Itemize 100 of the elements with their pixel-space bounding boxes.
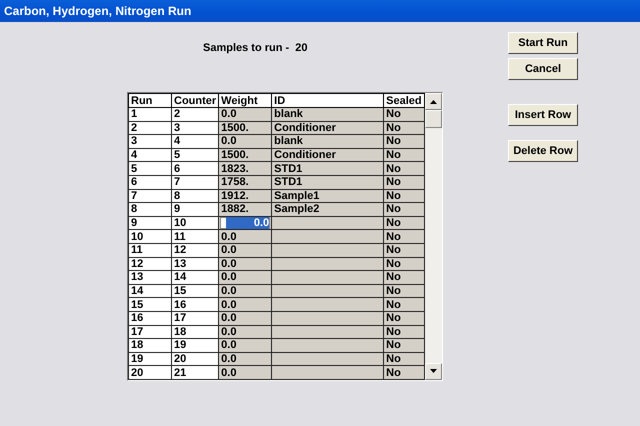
table-cell: 20 [172, 352, 219, 366]
table-cell: 8 [128, 202, 172, 216]
column-header: ID [272, 94, 384, 108]
table-cell: No [384, 298, 424, 312]
table-cell: No [384, 352, 424, 366]
table-cell: No [384, 162, 424, 176]
table-cell: Sample2 [272, 202, 384, 216]
table-cell: No [384, 243, 424, 258]
table-cell: Sample1 [272, 189, 384, 203]
table-cell: 1823. [218, 162, 272, 176]
table-cell: No [384, 148, 424, 162]
table-cell: 1882. [218, 202, 272, 216]
scroll-down-button[interactable] [424, 362, 442, 380]
down-arrow-icon [430, 369, 437, 374]
insert-row-button[interactable]: Insert Row [508, 104, 578, 126]
table-cell: Conditioner [272, 148, 384, 162]
table-cell: No [384, 189, 424, 203]
samples-count-label: Samples to run - 20 [203, 42, 309, 56]
table-cell: No [384, 284, 424, 298]
table-cell: 4 [128, 148, 172, 162]
table-cell: 6 [128, 175, 172, 190]
table-cell: 20 [128, 366, 172, 380]
table-cell: 11 [172, 230, 219, 244]
table-cell: No [384, 311, 424, 325]
column-header: Weight [218, 94, 272, 108]
table-cell: 14 [172, 270, 219, 284]
table-cell: 9 [172, 202, 219, 216]
delete-row-button[interactable]: Delete Row [508, 140, 578, 162]
column-header: Counter [172, 94, 219, 108]
table-cell: 5 [172, 148, 219, 162]
table-cell: 2 [172, 108, 219, 122]
table-cell: 19 [128, 352, 172, 366]
table-cell: No [384, 121, 424, 135]
table-cell: 15 [128, 298, 172, 312]
up-arrow-icon [430, 100, 437, 104]
table-cell: No [384, 202, 424, 216]
table-cell: No [384, 366, 424, 380]
table-cell: 0.0 [218, 352, 272, 366]
table-cell: No [384, 175, 424, 190]
table-cell: blank [272, 108, 384, 122]
table-cell: 1500. [218, 148, 272, 162]
start-run-button[interactable]: Start Run [508, 32, 578, 54]
table-cell: 12 [128, 257, 172, 271]
table-cell: 17 [172, 311, 219, 325]
table-cell: 7 [172, 175, 219, 190]
table-cell: blank [272, 134, 384, 148]
table-cell: 6 [172, 162, 219, 176]
table-cell: 9 [128, 216, 172, 230]
table-cell: 21 [172, 366, 219, 380]
table-cell: 0.0 [218, 338, 272, 352]
table-cell: No [384, 325, 424, 339]
table-cell: 12 [172, 243, 219, 258]
scroll-thumb[interactable] [424, 110, 442, 128]
table-cell: 16 [128, 311, 172, 325]
table-cell: 18 [128, 338, 172, 352]
table-cell: 0.0 [218, 108, 272, 122]
table-cell: No [384, 230, 424, 244]
table-cell: No [384, 108, 424, 122]
table-cell: Conditioner [272, 121, 384, 135]
table-cell: No [384, 338, 424, 352]
table-cell: 1 [128, 108, 172, 122]
table-cell: 0.0 [218, 270, 272, 284]
table-cell: 3 [128, 134, 172, 148]
table-cell: 7 [128, 189, 172, 203]
table-cell: 10 [172, 216, 219, 230]
scroll-up-button[interactable] [424, 93, 442, 110]
table-cell: 1758. [218, 175, 272, 190]
table-cell: 0.0 [218, 243, 272, 258]
table-cell: 0.0 [218, 325, 272, 339]
table-cell: 0.0 [218, 366, 272, 380]
table-cell: 13 [128, 270, 172, 284]
table-cell: 14 [128, 284, 172, 298]
table-cell: 3 [172, 121, 219, 135]
table-cell: No [384, 270, 424, 284]
table-cell: 13 [172, 257, 219, 271]
table-cell: 0.0 [218, 257, 272, 271]
table-cell: 17 [128, 325, 172, 339]
table-cell: 5 [128, 162, 172, 176]
table-cell: 0.0 [218, 311, 272, 325]
column-header: Sealed [384, 94, 424, 108]
table-cell: 1912. [218, 189, 272, 203]
cancel-button[interactable]: Cancel [508, 58, 578, 80]
table-cell: No [384, 257, 424, 271]
table-cell: 4 [172, 134, 219, 148]
table-cell: 0.0 [218, 230, 272, 244]
table-cell: 0.0 [218, 134, 272, 148]
table-cell: STD1 [272, 162, 384, 176]
table-cell: 19 [172, 338, 219, 352]
table-cell: No [384, 134, 424, 148]
table-cell: 1500. [218, 121, 272, 135]
scrollbar[interactable] [424, 93, 442, 380]
table-cell: 16 [172, 298, 219, 312]
table-cell: 18 [172, 325, 219, 339]
table-cell: 15 [172, 284, 219, 298]
table-cell: STD1 [272, 175, 384, 190]
table-cell: 0.0 [218, 284, 272, 298]
window-title: Carbon, Hydrogen, Nitrogen Run [4, 4, 192, 18]
table-cell: No [384, 216, 424, 230]
table-cell: 8 [172, 189, 219, 203]
table-cell: 0.0 [218, 298, 272, 312]
